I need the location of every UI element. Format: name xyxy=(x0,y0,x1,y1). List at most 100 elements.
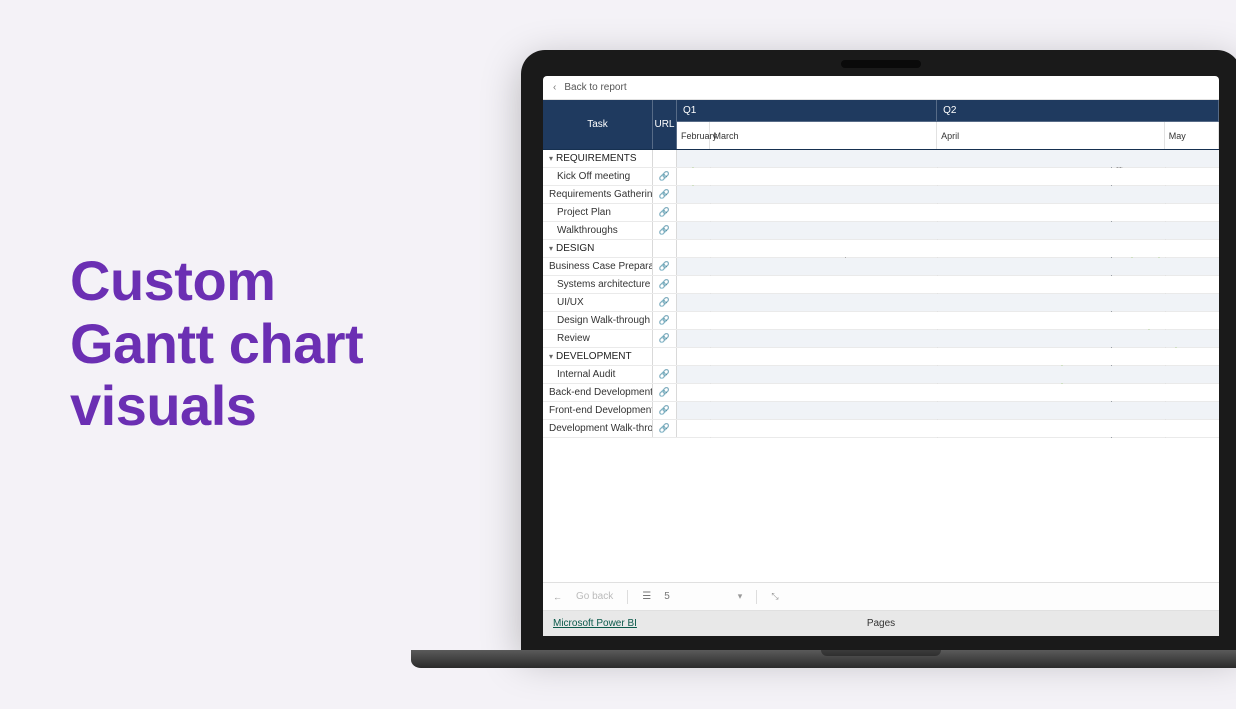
task-name-cell[interactable]: Back-end Development xyxy=(543,384,653,401)
url-cell[interactable]: 🔗 xyxy=(653,330,677,347)
url-cell[interactable]: 🔗 xyxy=(653,312,677,329)
timeline-cell[interactable] xyxy=(677,330,1219,347)
task-name-cell[interactable]: UI/UX xyxy=(543,294,653,311)
link-icon[interactable]: 🔗 xyxy=(659,405,670,416)
gantt-task-row[interactable]: Review 🔗 xyxy=(543,330,1219,348)
gantt-task-row[interactable]: Walkthroughs 🔗 xyxy=(543,222,1219,240)
collapse-caret-icon[interactable]: ▾ xyxy=(549,244,553,253)
task-name-cell[interactable]: ▾REQUIREMENTS xyxy=(543,150,653,167)
gantt-task-row[interactable]: Back-end Development 🔗 xyxy=(543,384,1219,402)
link-icon[interactable]: 🔗 xyxy=(659,171,670,182)
back-icon[interactable]: ‹ xyxy=(553,82,556,93)
collapse-caret-icon[interactable]: ▾ xyxy=(549,352,553,361)
toolbar-divider-2 xyxy=(756,590,757,604)
gantt-task-row[interactable]: Requirements Gathering 🔗 xyxy=(543,186,1219,204)
timeline-cell[interactable] xyxy=(677,276,1219,293)
chevron-down-icon[interactable]: ▾ xyxy=(738,591,743,602)
timeline-cell[interactable] xyxy=(677,204,1219,221)
pages-label[interactable]: Pages xyxy=(867,618,895,629)
gantt-task-row[interactable]: Kick Off meeting 🔗 xyxy=(543,168,1219,186)
url-cell[interactable]: 🔗 xyxy=(653,222,677,239)
collapse-caret-icon[interactable]: ▾ xyxy=(549,154,553,163)
link-icon[interactable]: 🔗 xyxy=(659,297,670,308)
task-label: Design Walk-through xyxy=(557,315,650,326)
gantt-task-row[interactable]: Design Walk-through 🔗 xyxy=(543,312,1219,330)
timeline-cell[interactable] xyxy=(677,186,1219,203)
gantt-group-row[interactable]: ▾DEVELOPMENT xyxy=(543,348,1219,366)
powerbi-brand-link[interactable]: Microsoft Power BI xyxy=(553,618,637,629)
timeline-cell[interactable] xyxy=(677,312,1219,329)
url-cell[interactable]: 🔗 xyxy=(653,366,677,383)
task-name-cell[interactable]: Development Walk-through xyxy=(543,420,653,437)
url-cell[interactable]: 🔗 xyxy=(653,402,677,419)
task-name-cell[interactable]: Requirements Gathering xyxy=(543,186,653,203)
collapse-icon[interactable]: ⤡ xyxy=(771,591,778,602)
gantt-task-row[interactable]: Business Case Preparation 🔗 xyxy=(543,258,1219,276)
gantt-group-row[interactable]: ▾REQUIREMENTS xyxy=(543,150,1219,168)
gantt-container: Task URL Q1Q2 FebruaryMarchAprilMay Toda… xyxy=(543,100,1219,582)
link-icon[interactable]: 🔗 xyxy=(659,207,670,218)
task-name-cell[interactable]: ▾DESIGN xyxy=(543,240,653,257)
url-cell[interactable]: 🔗 xyxy=(653,168,677,185)
timeline-cell[interactable] xyxy=(677,150,1219,167)
month-cell: May xyxy=(1165,122,1219,149)
link-icon[interactable]: 🔗 xyxy=(659,225,670,236)
month-cell: April xyxy=(937,122,1165,149)
link-icon[interactable]: 🔗 xyxy=(659,189,670,200)
task-name-cell[interactable]: Systems architecture xyxy=(543,276,653,293)
task-name-cell[interactable]: Project Plan xyxy=(543,204,653,221)
url-cell[interactable]: 🔗 xyxy=(653,420,677,437)
go-back-button[interactable]: Go back xyxy=(576,591,613,602)
link-icon[interactable]: 🔗 xyxy=(659,261,670,272)
task-name-cell[interactable]: Internal Audit xyxy=(543,366,653,383)
page-number-input[interactable]: 5 xyxy=(664,591,670,602)
gantt-task-row[interactable]: UI/UX 🔗 xyxy=(543,294,1219,312)
gantt-body[interactable]: Today87.86%100.00%100.00%80.00%55.00%84.… xyxy=(543,150,1219,582)
task-label: Front-end Development xyxy=(549,405,653,416)
url-cell[interactable]: 🔗 xyxy=(653,204,677,221)
url-cell[interactable]: 🔗 xyxy=(653,384,677,401)
gantt-group-row[interactable]: ▾DESIGN xyxy=(543,240,1219,258)
task-label: UI/UX xyxy=(557,297,584,308)
task-name-cell[interactable]: Design Walk-through xyxy=(543,312,653,329)
timeline-cell[interactable] xyxy=(677,168,1219,185)
timeline-cell[interactable] xyxy=(677,222,1219,239)
task-name-cell[interactable]: Review xyxy=(543,330,653,347)
timeline-cell[interactable] xyxy=(677,240,1219,257)
link-icon[interactable]: 🔗 xyxy=(659,315,670,326)
task-name-cell[interactable]: ▾DEVELOPMENT xyxy=(543,348,653,365)
url-cell[interactable]: 🔗 xyxy=(653,294,677,311)
list-icon[interactable]: ☰ xyxy=(642,591,650,602)
timeline-cell[interactable] xyxy=(677,294,1219,311)
gantt-task-row[interactable]: Project Plan 🔗 xyxy=(543,204,1219,222)
task-name-cell[interactable]: Business Case Preparation xyxy=(543,258,653,275)
url-cell[interactable]: 🔗 xyxy=(653,276,677,293)
timeline-cell[interactable] xyxy=(677,258,1219,275)
column-header-url[interactable]: URL xyxy=(653,100,677,149)
link-icon[interactable]: 🔗 xyxy=(659,369,670,380)
gantt-task-row[interactable]: Front-end Development 🔗 xyxy=(543,402,1219,420)
timeline-cell[interactable] xyxy=(677,402,1219,419)
back-to-report-link[interactable]: Back to report xyxy=(564,82,626,93)
timeline-cell[interactable] xyxy=(677,348,1219,365)
url-cell[interactable]: 🔗 xyxy=(653,258,677,275)
task-label: Development Walk-through xyxy=(549,423,653,434)
laptop-camera xyxy=(841,60,921,68)
timeline-cell[interactable] xyxy=(677,420,1219,437)
link-icon[interactable]: 🔗 xyxy=(659,279,670,290)
column-header-task[interactable]: Task xyxy=(543,100,653,149)
timeline-cell[interactable] xyxy=(677,384,1219,401)
gantt-task-row[interactable]: Development Walk-through 🔗 xyxy=(543,420,1219,438)
go-back-icon[interactable]: ← xyxy=(553,592,562,602)
task-name-cell[interactable]: Front-end Development xyxy=(543,402,653,419)
task-name-cell[interactable]: Walkthroughs xyxy=(543,222,653,239)
timeline-cell[interactable] xyxy=(677,366,1219,383)
gantt-task-row[interactable]: Internal Audit 🔗 xyxy=(543,366,1219,384)
url-cell[interactable]: 🔗 xyxy=(653,186,677,203)
link-icon[interactable]: 🔗 xyxy=(659,333,670,344)
task-name-cell[interactable]: Kick Off meeting xyxy=(543,168,653,185)
link-icon[interactable]: 🔗 xyxy=(659,387,670,398)
task-label: Kick Off meeting xyxy=(557,171,630,182)
link-icon[interactable]: 🔗 xyxy=(659,423,670,434)
gantt-task-row[interactable]: Systems architecture 🔗 xyxy=(543,276,1219,294)
